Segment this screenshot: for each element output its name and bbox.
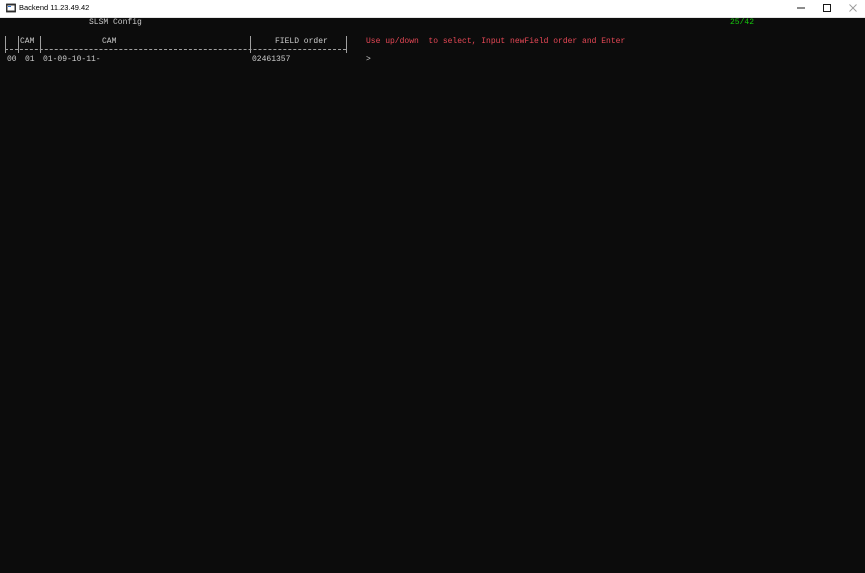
window-title: Backend 11.23.49.42: [19, 3, 90, 12]
minimize-icon: [796, 3, 806, 15]
input-prompt[interactable]: >: [366, 55, 371, 64]
table-divider-3: [250, 36, 251, 53]
close-icon: [848, 3, 858, 15]
table-border-right: [346, 36, 347, 53]
instructions-text: Use up/down to select, Input newField or…: [366, 37, 626, 46]
close-button[interactable]: [840, 0, 865, 17]
terminal-app-icon: [6, 3, 16, 13]
row-field-order: 02461357: [252, 55, 291, 64]
terminal-window: Backend 11.23.49.42 SLSM Config 25/42 CA…: [0, 0, 865, 573]
title-bar: Backend 11.23.49.42: [0, 0, 865, 18]
minimize-button[interactable]: [788, 0, 814, 17]
row-index: 00: [7, 55, 17, 64]
row-cam: 01-09-10-11-: [43, 55, 101, 64]
maximize-button[interactable]: [814, 0, 840, 17]
table-divider-1: [18, 36, 19, 53]
table-border-left: [5, 36, 6, 53]
page-counter: 25/42: [730, 18, 755, 27]
screen-title: SLSM Config: [89, 18, 142, 27]
column-header-field-order: FIELD order: [275, 37, 328, 46]
column-header-cam: CAM: [102, 37, 117, 46]
table-header-separator: [5, 49, 346, 50]
column-header-cam-no: CAM: [20, 37, 35, 46]
row-cam-no: 01: [25, 55, 35, 64]
console-area[interactable]: SLSM Config 25/42 CAM CAM FIELD order Us…: [0, 18, 865, 573]
table-divider-2: [40, 36, 41, 53]
maximize-icon: [822, 3, 832, 15]
